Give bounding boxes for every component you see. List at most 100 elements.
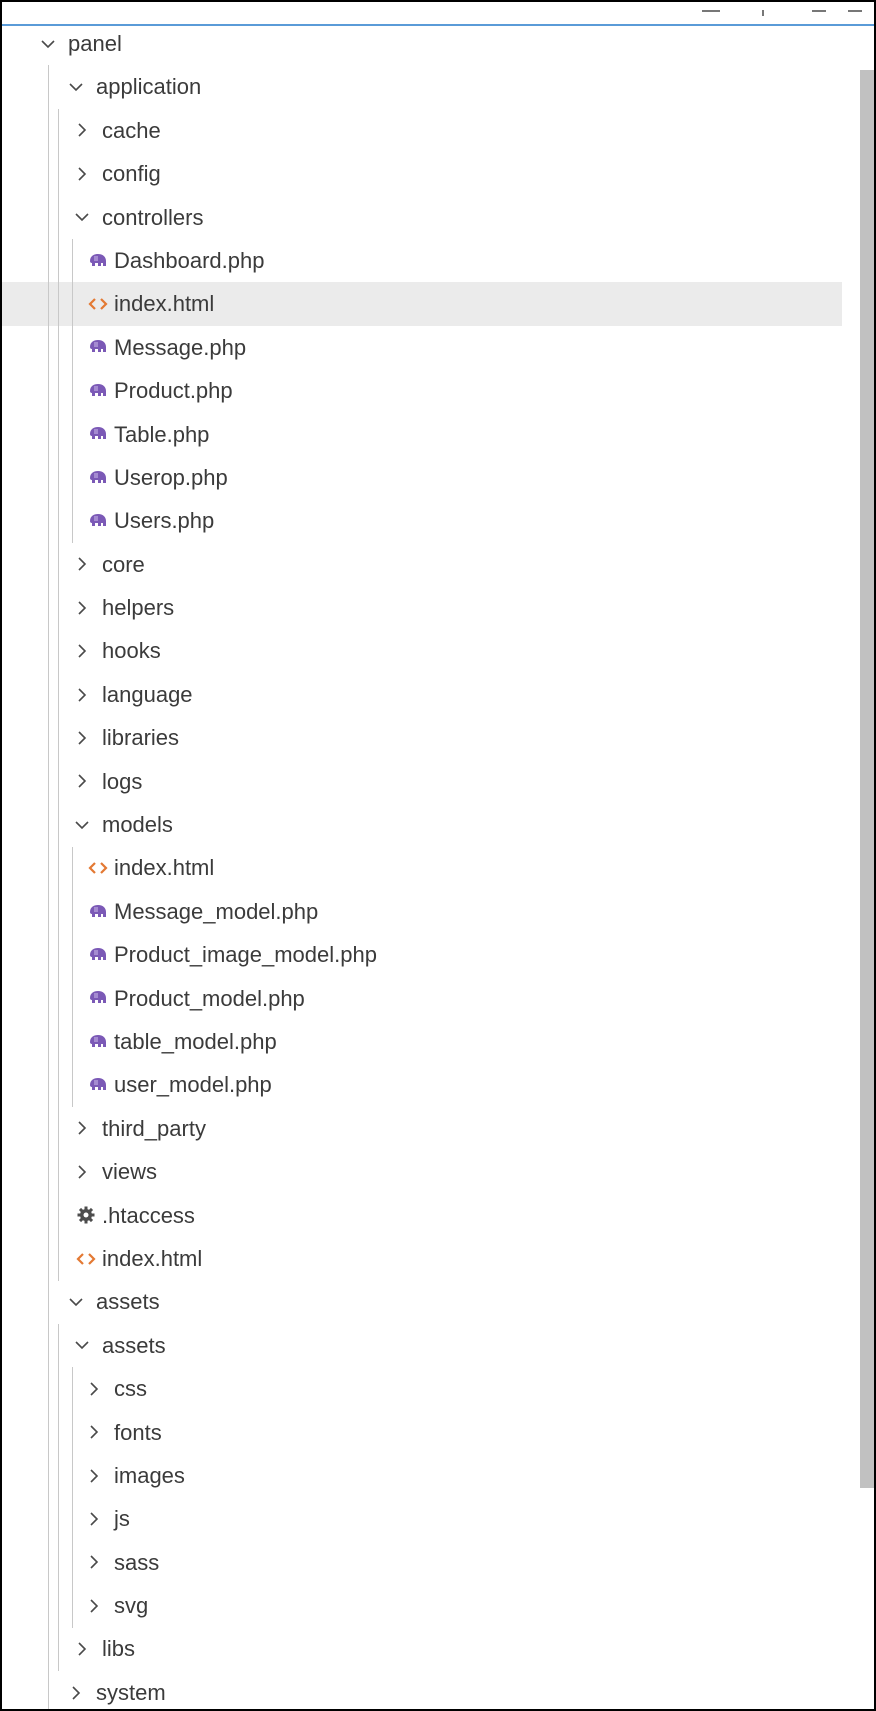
tree-item-label: svg: [114, 1593, 149, 1619]
tree-item-label: Product.php: [114, 378, 233, 404]
chevron-down-icon[interactable]: [66, 65, 86, 108]
chevron-right-icon[interactable]: [84, 1454, 104, 1497]
php-file-icon: [88, 499, 108, 542]
file-userop-php[interactable]: Userop.php: [2, 456, 842, 499]
file-explorer: panel application cache config controllers Da…: [0, 0, 876, 1711]
folder-hooks[interactable]: hooks: [2, 629, 842, 672]
chevron-right-icon[interactable]: [84, 1411, 104, 1454]
file-product-image-model-php[interactable]: Product_image_model.php: [2, 933, 842, 976]
tree-item-label: index.html: [114, 855, 215, 881]
html-file-icon: [76, 1237, 96, 1280]
folder-assets[interactable]: assets: [2, 1324, 842, 1367]
folder-logs[interactable]: logs: [2, 760, 842, 803]
php-file-icon: [88, 1063, 108, 1106]
file-index-html[interactable]: index.html: [2, 282, 842, 326]
tree-item-label: assets: [96, 1289, 160, 1315]
file-table-model-php[interactable]: table_model.php: [2, 1020, 842, 1063]
chevron-right-icon[interactable]: [72, 673, 92, 716]
chevron-right-icon[interactable]: [72, 1627, 92, 1670]
chevron-right-icon[interactable]: [84, 1584, 104, 1627]
file-message-model-php[interactable]: Message_model.php: [2, 890, 842, 933]
tree-item-label: Users.php: [114, 508, 215, 534]
file-product-php[interactable]: Product.php: [2, 369, 842, 412]
tree-item-label: hooks: [102, 638, 161, 664]
folder-panel[interactable]: panel: [2, 22, 842, 65]
php-file-icon: [88, 369, 108, 412]
indent-guide: [58, 1324, 59, 1672]
folder-assets[interactable]: assets: [2, 1280, 842, 1323]
tree-item-label: third_party: [102, 1115, 206, 1141]
chevron-right-icon[interactable]: [66, 1671, 86, 1709]
tree-item-label: .htaccess: [102, 1202, 195, 1228]
chevron-right-icon[interactable]: [72, 1150, 92, 1193]
chevron-right-icon[interactable]: [72, 1107, 92, 1150]
folder-application[interactable]: application: [2, 65, 842, 108]
php-file-icon: [88, 1020, 108, 1063]
tree-item-label: js: [114, 1506, 130, 1532]
chevron-right-icon[interactable]: [72, 586, 92, 629]
file-index-html[interactable]: index.html: [2, 1237, 842, 1280]
folder-images[interactable]: images: [2, 1454, 842, 1497]
chevron-right-icon[interactable]: [72, 760, 92, 803]
tree-item-label: Product_image_model.php: [114, 942, 377, 968]
tree-item-label: index.html: [102, 1245, 203, 1271]
gear-icon: [76, 1194, 96, 1237]
file-product-model-php[interactable]: Product_model.php: [2, 977, 842, 1020]
folder-controllers[interactable]: controllers: [2, 196, 842, 239]
folder-libraries[interactable]: libraries: [2, 716, 842, 759]
tree-item-label: models: [102, 812, 173, 838]
folder-views[interactable]: views: [2, 1150, 842, 1193]
indent-guide: [48, 65, 49, 1709]
tree-item-label: system: [96, 1679, 166, 1705]
tree-item-label: helpers: [102, 595, 175, 621]
folder-sass[interactable]: sass: [2, 1541, 842, 1584]
chevron-right-icon[interactable]: [72, 716, 92, 759]
chevron-right-icon[interactable]: [72, 109, 92, 152]
chevron-right-icon[interactable]: [84, 1541, 104, 1584]
folder-cache[interactable]: cache: [2, 109, 842, 152]
tree-item-label: libraries: [102, 725, 180, 751]
chevron-down-icon[interactable]: [72, 1324, 92, 1367]
file-index-html[interactable]: index.html: [2, 846, 842, 889]
folder-helpers[interactable]: helpers: [2, 586, 842, 629]
folder-system[interactable]: system: [2, 1671, 842, 1709]
folder-language[interactable]: language: [2, 673, 842, 716]
file-dashboard-php[interactable]: Dashboard.php: [2, 239, 842, 282]
folder-third-party[interactable]: third_party: [2, 1107, 842, 1150]
tree-item-label: logs: [102, 768, 143, 794]
tree-item-label: config: [102, 161, 161, 187]
chevron-right-icon[interactable]: [84, 1367, 104, 1410]
tree-item-label: Message_model.php: [114, 898, 319, 924]
file-users-php[interactable]: Users.php: [2, 499, 842, 542]
folder-libs[interactable]: libs: [2, 1627, 842, 1670]
file-user-model-php[interactable]: user_model.php: [2, 1063, 842, 1106]
folder-core[interactable]: core: [2, 543, 842, 586]
chevron-right-icon[interactable]: [72, 152, 92, 195]
tree-item-label: libs: [102, 1636, 136, 1662]
folder-svg[interactable]: svg: [2, 1584, 842, 1627]
chevron-right-icon[interactable]: [72, 629, 92, 672]
chevron-down-icon[interactable]: [38, 22, 58, 65]
tree-item-label: Table.php: [114, 421, 210, 447]
folder-css[interactable]: css: [2, 1367, 842, 1410]
file-htaccess[interactable]: .htaccess: [2, 1194, 842, 1237]
chevron-down-icon[interactable]: [72, 196, 92, 239]
chevron-down-icon[interactable]: [72, 803, 92, 846]
php-file-icon: [88, 456, 108, 499]
file-message-php[interactable]: Message.php: [2, 326, 842, 369]
php-file-icon: [88, 890, 108, 933]
folder-js[interactable]: js: [2, 1497, 842, 1540]
tree-item-label: css: [114, 1376, 147, 1402]
vertical-scrollbar[interactable]: [860, 70, 874, 1488]
tree-item-label: images: [114, 1462, 185, 1488]
php-file-icon: [88, 933, 108, 976]
tree-item-label: application: [96, 74, 202, 100]
chevron-right-icon[interactable]: [84, 1497, 104, 1540]
folder-fonts[interactable]: fonts: [2, 1411, 842, 1454]
php-file-icon: [88, 239, 108, 282]
file-table-php[interactable]: Table.php: [2, 413, 842, 456]
chevron-down-icon[interactable]: [66, 1280, 86, 1323]
chevron-right-icon[interactable]: [72, 543, 92, 586]
folder-config[interactable]: config: [2, 152, 842, 195]
folder-models[interactable]: models: [2, 803, 842, 846]
